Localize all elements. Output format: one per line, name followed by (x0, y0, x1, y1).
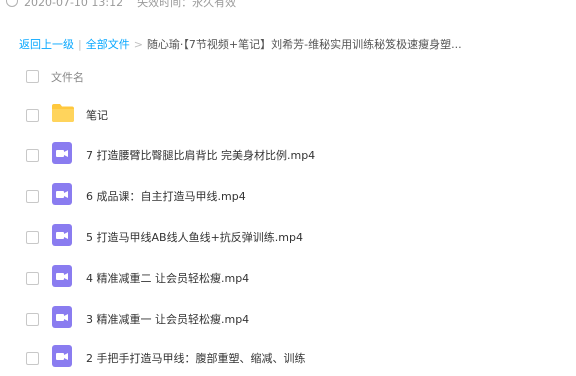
list-item-folder-notes[interactable]: 笔记 (0, 97, 576, 133)
list-item-video[interactable]: 5 打造马甲线AB线人鱼线+抗反弹训练.mp4 (0, 219, 576, 255)
all-files-link[interactable]: 全部文件 (86, 38, 130, 51)
breadcrumb-divider: | (78, 38, 82, 51)
file-name[interactable]: 7 打造腰臂比臀腿比肩背比 完美身材比例.mp4 (86, 147, 315, 163)
select-all-checkbox[interactable] (26, 70, 39, 83)
video-file-icon (52, 306, 72, 328)
row-checkbox[interactable] (26, 231, 39, 244)
clock-icon (6, 0, 18, 7)
list-item-video[interactable]: 4 精准减重二 让会员轻松瘦.mp4 (0, 260, 576, 296)
file-name[interactable]: 2 手把手打造马甲线：腹部重塑、缩减、训练 (86, 350, 306, 366)
row-checkbox[interactable] (26, 352, 39, 365)
row-checkbox[interactable] (26, 272, 39, 285)
column-filename: 文件名 (51, 71, 84, 84)
file-name[interactable]: 3 精准减重一 让会员轻松瘦.mp4 (86, 311, 249, 327)
file-name[interactable]: 5 打造马甲线AB线人鱼线+抗反弹训练.mp4 (86, 229, 303, 245)
share-meta: 2020-07-10 13:12 失效时间：永久有效 (0, 0, 576, 10)
video-file-icon (52, 183, 72, 205)
file-name[interactable]: 笔记 (86, 107, 108, 123)
current-folder-title: 随心瑜·【7节视频+笔记】刘希芳-维秘实用训练秘笈极速瘦身塑... (146, 38, 462, 51)
list-item-video[interactable]: 3 精准减重一 让会员轻松瘦.mp4 (0, 301, 576, 337)
breadcrumb: 返回上一级 | 全部文件 > 随心瑜·【7节视频+笔记】刘希芳-维秘实用训练秘笈极速瘦身… (19, 36, 569, 52)
file-name[interactable]: 6 成品课：自主打造马甲线.mp4 (86, 188, 246, 204)
file-name[interactable]: 4 精准减重二 让会员轻松瘦.mp4 (86, 270, 249, 286)
list-item-video[interactable]: 6 成品课：自主打造马甲线.mp4 (0, 178, 576, 214)
file-list-header: 文件名 (0, 62, 576, 90)
back-link[interactable]: 返回上一级 (19, 38, 74, 51)
list-item-video[interactable]: 7 打造腰臂比臀腿比肩背比 完美身材比例.mp4 (0, 137, 576, 173)
expiry-text: 失效时间：永久有效 (137, 0, 237, 9)
video-file-icon (52, 224, 72, 246)
folder-icon (52, 104, 74, 122)
row-checkbox[interactable] (26, 109, 39, 122)
breadcrumb-arrow: > (133, 38, 143, 51)
video-file-icon (52, 265, 72, 287)
video-file-icon (52, 345, 72, 367)
list-item-video[interactable]: 2 手把手打造马甲线：腹部重塑、缩减、训练 (0, 340, 576, 376)
video-file-icon (52, 142, 72, 164)
row-checkbox[interactable] (26, 313, 39, 326)
row-checkbox[interactable] (26, 149, 39, 162)
share-date: 2020-07-10 13:12 (24, 0, 124, 9)
row-checkbox[interactable] (26, 190, 39, 203)
